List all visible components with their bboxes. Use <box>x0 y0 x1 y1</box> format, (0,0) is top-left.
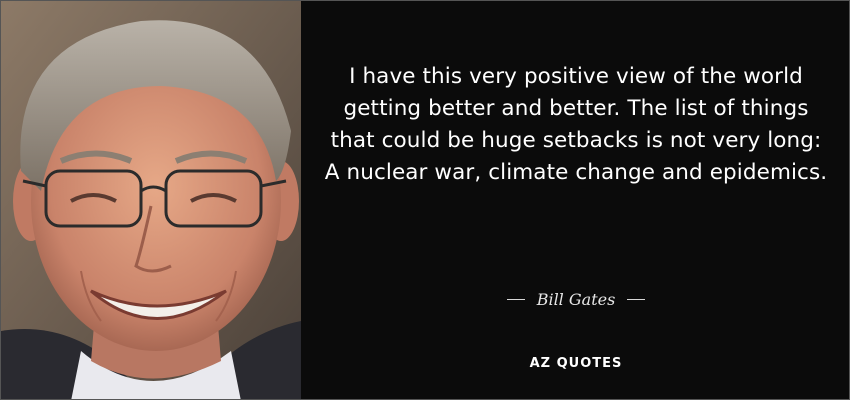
brand-logo: AZ QUOTES <box>529 356 623 371</box>
quote-card: I have this very positive view of the wo… <box>0 0 850 400</box>
author-dash-left <box>506 298 525 300</box>
author-name: Bill Gates <box>536 289 616 309</box>
author-attribution: Bill Gates <box>301 287 849 311</box>
author-dash-right <box>627 298 646 300</box>
quote-text: I have this very positive view of the wo… <box>324 64 828 185</box>
portrait-photo <box>1 1 301 399</box>
quote-area: I have this very positive view of the wo… <box>301 1 849 399</box>
